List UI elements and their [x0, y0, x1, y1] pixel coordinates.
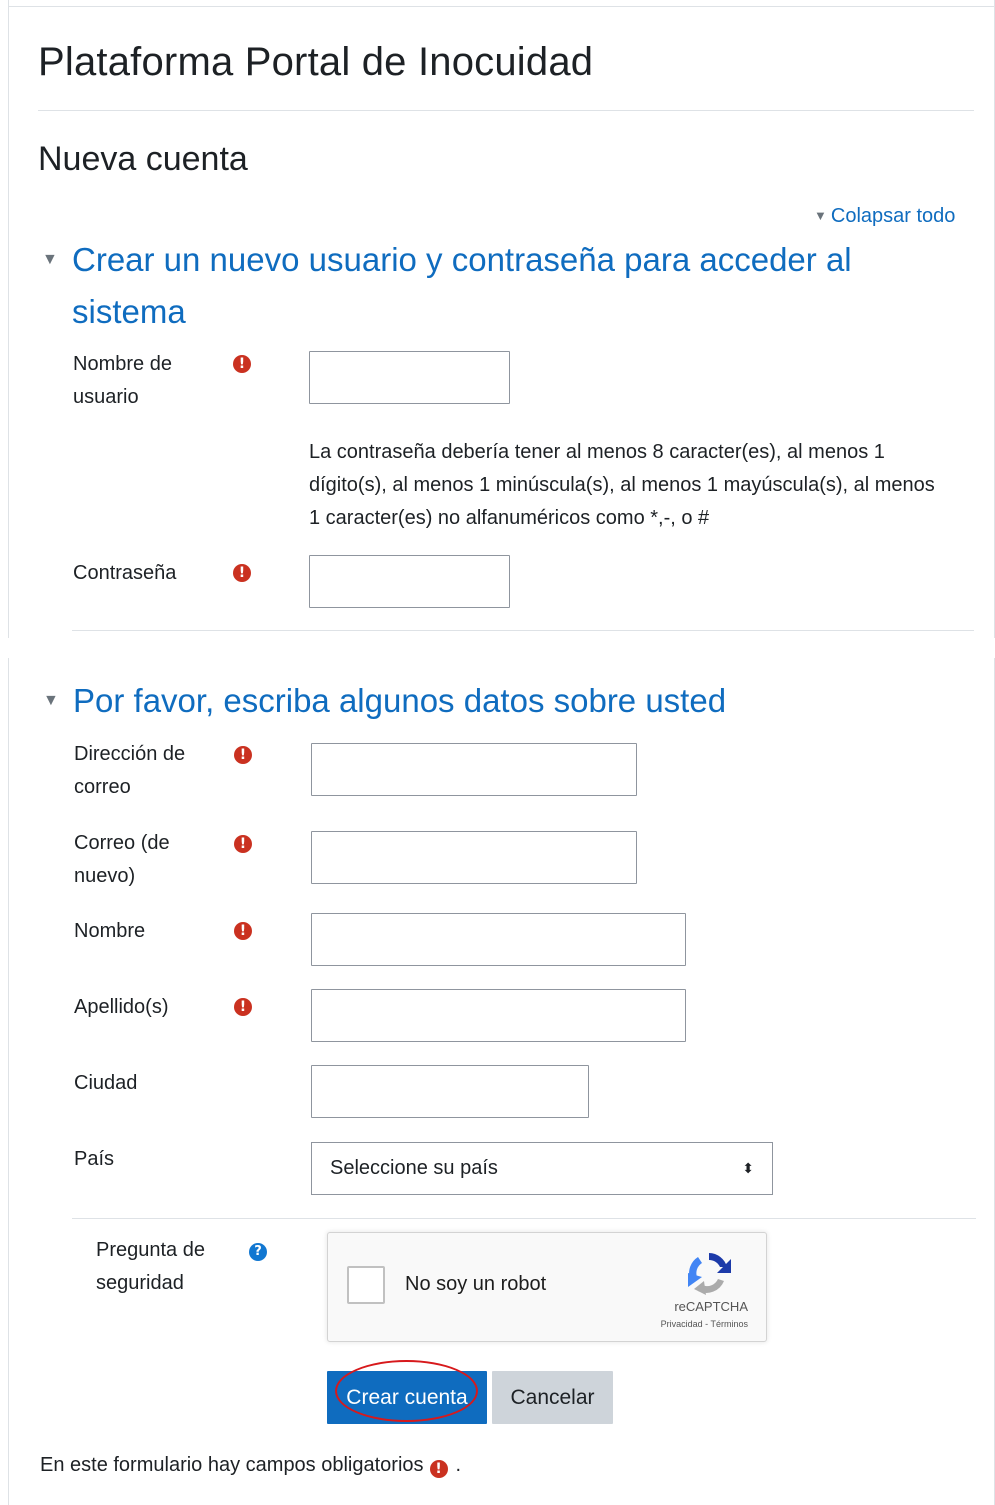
required-note-dot: .	[455, 1454, 462, 1476]
caret-down-icon: ▼	[814, 208, 827, 223]
exclamation-circle-icon: !	[429, 1460, 448, 1478]
password-policy-hint: La contraseña debería tener al menos 8 c…	[309, 436, 979, 535]
collapse-all-link[interactable]: ▼ Colapsar todo	[814, 205, 955, 228]
frame-left-border	[8, 0, 9, 640]
collapse-all-label: Colapsar todo	[830, 205, 956, 227]
exclamation-circle-icon: !	[234, 746, 252, 764]
recaptcha-label: No soy un robot	[405, 1273, 547, 1295]
recaptcha-brand: reCAPTCHA	[674, 1299, 748, 1314]
required-note-text: En este formulario hay campos obligatori…	[40, 1454, 424, 1476]
section-header-personal[interactable]: ▼ Por favor, escriba algunos datos sobre…	[43, 675, 953, 727]
hint-line: dígito(s), al menos 1 minúscula(s), al m…	[309, 474, 935, 496]
email-input[interactable]	[311, 743, 637, 796]
section-title-line: Por favor, escriba algunos datos sobre u…	[73, 682, 727, 719]
email-repeat-input[interactable]	[311, 831, 637, 884]
username-label-line: Nombre de	[73, 353, 172, 375]
password-input[interactable]	[309, 555, 510, 608]
exclamation-circle-icon: !	[234, 922, 252, 940]
exclamation-circle-icon: !	[233, 355, 251, 373]
firstname-label: Nombre	[74, 920, 146, 942]
section-header-account[interactable]: ▼ Crear un nuevo usuario y contraseña pa…	[42, 234, 932, 338]
lastname-input[interactable]	[311, 989, 686, 1042]
recaptcha-legal-links[interactable]: Privacidad - Términos	[618, 1319, 748, 1329]
frame-left-border	[8, 655, 9, 1505]
section-title-line: sistema	[72, 293, 186, 330]
required-fields-note: En este formulario hay campos obligatori…	[40, 1454, 462, 1478]
username-label-line: usuario	[73, 386, 139, 408]
password-label: Contraseña	[73, 562, 177, 584]
section-divider	[72, 1218, 976, 1219]
city-label: Ciudad	[74, 1072, 138, 1094]
username-input[interactable]	[309, 351, 510, 404]
divider	[38, 110, 974, 111]
exclamation-circle-icon: !	[233, 564, 251, 582]
email-repeat-label-line: Correo (de	[74, 832, 170, 854]
country-select[interactable]: Seleccione su país ⬍	[311, 1142, 773, 1195]
page-title: Nueva cuenta	[38, 140, 248, 178]
username-label: Nombre de usuario	[73, 348, 172, 414]
screenshot-gap	[0, 638, 995, 658]
frame-top-border	[8, 6, 995, 7]
question-circle-icon[interactable]: ?	[249, 1243, 267, 1261]
email-label-line: correo	[74, 776, 131, 798]
site-title: Plataforma Portal de Inocuidad	[38, 40, 594, 84]
email-label: Dirección de correo	[74, 738, 185, 804]
hint-line: 1 caracter(es) no alfanuméricos como *,-…	[309, 507, 710, 529]
lastname-label: Apellido(s)	[74, 996, 169, 1018]
caret-down-icon: ▼	[42, 251, 58, 268]
country-label: País	[74, 1148, 115, 1170]
cancel-button[interactable]: Cancelar	[492, 1371, 613, 1424]
security-label-line: Pregunta de	[96, 1239, 205, 1261]
highlight-ring	[335, 1360, 478, 1422]
recaptcha-widget: No soy un robot reCAPTCHA Privacidad - T…	[327, 1232, 767, 1342]
exclamation-circle-icon: !	[234, 835, 252, 853]
firstname-input[interactable]	[311, 913, 686, 966]
country-select-value: Seleccione su país	[330, 1157, 498, 1179]
hint-line: La contraseña debería tener al menos 8 c…	[309, 441, 885, 463]
section-divider	[72, 630, 974, 631]
select-arrows-icon: ⬍	[742, 1160, 754, 1176]
exclamation-circle-icon: !	[234, 998, 252, 1016]
caret-down-icon: ▼	[43, 692, 59, 709]
section-title-line: Crear un nuevo usuario y contraseña para…	[72, 241, 852, 278]
security-label-line: seguridad	[96, 1272, 184, 1294]
email-repeat-label-line: nuevo)	[74, 865, 136, 887]
security-question-label: Pregunta de seguridad	[96, 1234, 205, 1300]
email-label-line: Dirección de	[74, 743, 186, 765]
recaptcha-checkbox[interactable]	[347, 1266, 385, 1304]
email-repeat-label: Correo (de nuevo)	[74, 827, 170, 893]
city-input[interactable]	[311, 1065, 589, 1118]
recaptcha-logo-icon	[688, 1253, 731, 1295]
